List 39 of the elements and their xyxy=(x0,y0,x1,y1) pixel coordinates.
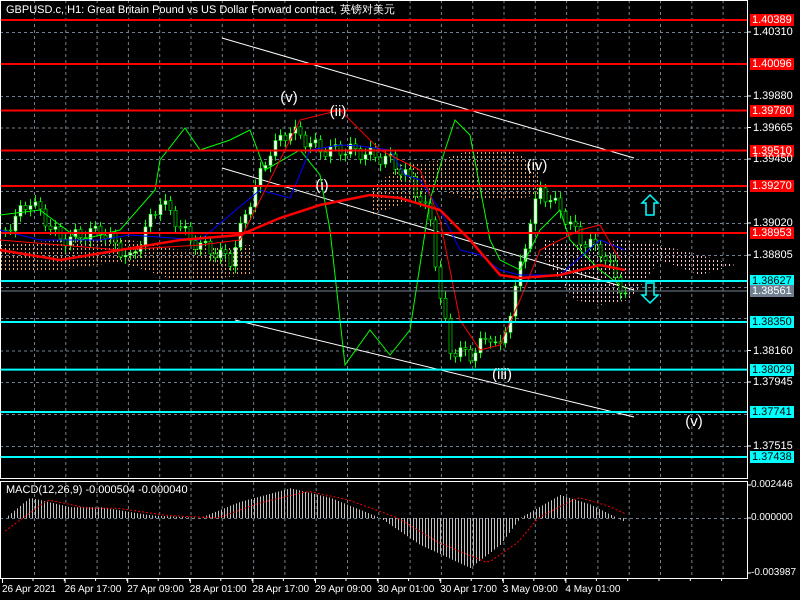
macd-label: MACD(12,26,9) -0.000504 -0.000040 xyxy=(6,484,188,496)
price-level-label: 1.40096 xyxy=(750,58,794,70)
macd-tick: 0.002446 xyxy=(751,479,793,491)
price-level-label: 1.38953 xyxy=(750,227,794,239)
macd-tick: 0.000000 xyxy=(751,512,793,524)
price-level-label: 1.38561 xyxy=(750,285,794,297)
price-level-label: 1.40389 xyxy=(750,14,794,26)
wave-label: (v) xyxy=(280,90,298,106)
time-label: 26 Apr 2021 xyxy=(2,584,56,596)
wave-label: (v) xyxy=(685,414,703,430)
chart-title: GBPUSD.c, H1: Great Britain Pound vs US Dollar Forward contract, 英镑对美元 xyxy=(6,4,395,17)
macd-tick: -0.003987 xyxy=(751,567,796,579)
price-level-label: 1.39780 xyxy=(750,104,794,116)
price-level-label: 1.38350 xyxy=(750,316,794,328)
price-tick: 1.38805 xyxy=(753,249,793,261)
price-tick: 1.38160 xyxy=(753,344,793,356)
wave-label: (iv) xyxy=(526,158,548,174)
time-label: 26 Apr 17:00 xyxy=(64,584,122,596)
time-label: 28 Apr 17:00 xyxy=(252,584,310,596)
time-label: 4 May 01:00 xyxy=(565,584,620,596)
price-level-label: 1.37741 xyxy=(750,406,794,418)
down-arrow-icon xyxy=(640,282,660,304)
time-label: 27 Apr 09:00 xyxy=(127,584,184,596)
price-tick: 1.37945 xyxy=(753,376,793,388)
time-label: 28 Apr 01:00 xyxy=(190,584,247,596)
time-label: 3 May 09:00 xyxy=(502,584,558,596)
time-label: 29 Apr 09:00 xyxy=(315,584,372,596)
price-level-label: 1.37438 xyxy=(750,451,794,463)
price-tick: 1.39020 xyxy=(753,217,793,229)
time-label: 30 Apr 17:00 xyxy=(440,584,497,596)
price-tick: 1.37515 xyxy=(753,440,793,452)
time-label: 30 Apr 01:00 xyxy=(378,584,434,596)
up-arrow-icon xyxy=(640,194,660,216)
wave-label: (iii) xyxy=(492,367,512,383)
price-tick: 1.39880 xyxy=(753,90,793,102)
price-level-label: 1.39270 xyxy=(750,180,794,192)
price-tick: 1.40310 xyxy=(753,26,793,38)
price-tick: 1.39665 xyxy=(753,122,793,134)
price-level-label: 1.38029 xyxy=(750,364,794,376)
